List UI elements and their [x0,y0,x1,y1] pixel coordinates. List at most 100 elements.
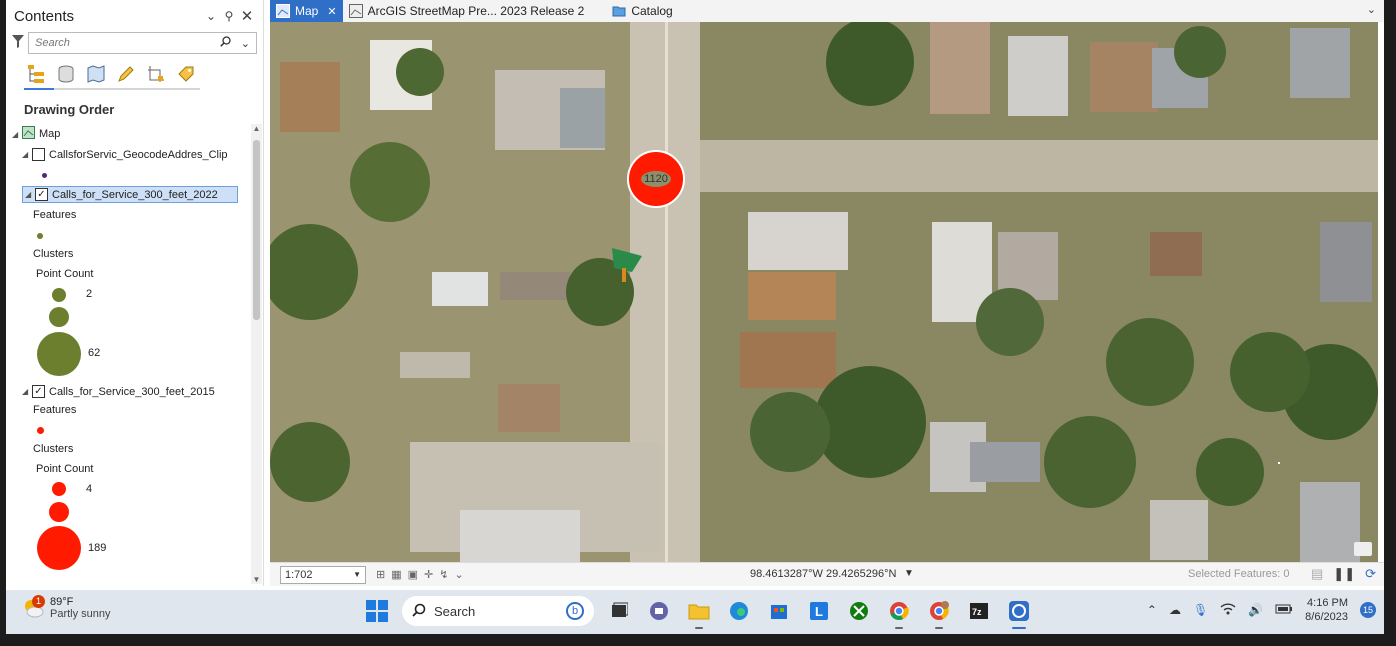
close-icon[interactable]: ✕ [327,5,336,18]
chevron-down-icon[interactable]: ⌄ [203,9,219,23]
edge-icon[interactable] [724,596,754,626]
crosshair-icon[interactable]: ✛ [424,568,433,581]
clock-date: 8/6/2023 [1305,611,1348,623]
tab-streetmap[interactable]: ArcGIS StreetMap Pre... 2023 Release 2 [343,0,591,22]
store-icon[interactable] [764,596,794,626]
search-icon [412,603,426,620]
weather-badge: 1 [32,595,45,608]
arcgis-pro-icon[interactable] [1004,596,1034,629]
contents-pane: Contents ⌄ ⚲ ✕ Search ⌄ Drawing Order ◢ … [6,0,264,586]
cluster-count-label: 1120 [641,171,671,187]
clusters-label: Clusters [33,443,74,455]
pin-icon[interactable]: ⚲ [221,9,237,23]
cluster-symbol-medium [49,502,69,522]
features-label: Features [33,209,77,221]
svg-text:L: L [815,604,823,619]
arcgis-window: Contents ⌄ ⚲ ✕ Search ⌄ Drawing Order ◢ … [6,0,1384,634]
snapping-icon[interactable] [146,64,166,84]
tab-map[interactable]: Map ✕ [270,0,343,22]
collapse-triangle-icon[interactable]: ◢ [12,130,22,139]
weather-temp: 89°F [50,596,74,608]
cluster-symbol-small [52,288,66,302]
grid-icon[interactable]: ▦ [391,568,401,581]
table-icon[interactable]: ▤ [1311,566,1323,582]
file-explorer-icon[interactable] [684,596,714,629]
cluster-symbol-small [52,482,66,496]
collapse-triangle-icon[interactable]: ◢ [22,150,32,159]
chrome-icon[interactable] [884,596,914,629]
tab-catalog[interactable]: Catalog [606,0,678,22]
zoom-extent-icon[interactable]: ⊞ [376,568,385,581]
drawing-order-icon[interactable] [26,64,46,84]
close-icon[interactable]: ✕ [239,7,255,25]
full-extent-icon[interactable]: ▣ [408,568,418,581]
map-label: Map [39,128,61,140]
pause-icon[interactable]: ❚❚ [1333,566,1355,582]
layer-row[interactable]: ◢ ✓ Calls_for_Service_300_feet_2022 [22,186,238,203]
volume-icon[interactable]: 🔊 [1248,603,1263,617]
notification-badge[interactable]: 15 [1360,602,1376,618]
contents-header: Contents ⌄ ⚲ ✕ [6,0,263,32]
collapse-triangle-icon[interactable]: ◢ [25,190,35,199]
partly-sunny-icon: 1 [22,595,45,619]
bing-icon[interactable]: b [566,602,584,620]
layer-visibility-checkbox[interactable]: ✓ [32,385,45,398]
scale-select[interactable]: 1:702 ▼ [280,565,366,584]
taskbar-search[interactable]: Search b [402,596,594,626]
point-count-label: Point Count [36,268,94,280]
chevron-down-icon[interactable]: ⌄ [1367,3,1376,16]
map-view[interactable]: 1120 [270,22,1378,562]
statusbar-right-tools: ▤ ❚❚ ⟳ [1311,566,1376,582]
layer-visibility-checkbox[interactable]: ✓ [35,188,48,201]
filter-icon[interactable] [12,35,28,51]
search-icon[interactable] [220,36,231,50]
windows-start-icon[interactable] [362,596,392,626]
collapse-triangle-icon[interactable]: ◢ [22,387,32,396]
contents-search-input[interactable]: Search ⌄ [28,32,257,54]
7zip-icon[interactable]: 7z [964,596,994,626]
tab-label: Catalog [631,4,673,18]
tree-row-map[interactable]: ◢ Map [12,126,60,142]
chevron-down-icon[interactable]: ▼ [904,568,914,579]
scroll-down-icon[interactable]: ▼ [251,575,262,584]
count-max-label: 62 [88,347,101,359]
clock[interactable]: 4:16 PM 8/6/2023 [1305,596,1348,624]
point-symbol [37,233,43,239]
map-icon [348,4,363,18]
xbox-icon[interactable] [844,596,874,626]
chevron-down-icon[interactable]: ⌄ [241,37,250,50]
contents-scrollbar[interactable]: ▲ ▼ [251,124,262,584]
refresh-icon[interactable]: ⟳ [1365,566,1376,582]
tab-label: ArcGIS StreetMap Pre... 2023 Release 2 [367,4,585,18]
scroll-up-icon[interactable]: ▲ [251,124,262,133]
battery-icon[interactable] [1275,603,1293,618]
chevron-up-icon[interactable]: ⌃ [1147,603,1157,617]
chrome-profile-icon[interactable] [924,596,954,629]
layer-row[interactable]: ◢ ✓ Calls_for_Service_300_feet_2015 [22,385,215,398]
contents-search-row: Search ⌄ [6,32,263,54]
count-min-label: 2 [86,288,93,300]
map-source-icon[interactable] [86,64,106,84]
clusters-label: Clusters [33,248,74,260]
wifi-icon[interactable] [1220,602,1236,618]
label-icon[interactable] [176,64,196,84]
task-view-icon[interactable] [604,596,634,626]
database-icon[interactable] [56,64,76,84]
scroll-thumb[interactable] [253,140,260,320]
selected-features-count[interactable]: Selected Features: 0 [1188,568,1290,580]
chat-icon[interactable] [1354,542,1372,556]
lync-icon[interactable]: L [804,596,834,626]
navigate-icon[interactable]: ↯ [439,568,448,581]
layer-visibility-checkbox[interactable] [32,148,45,161]
weather-widget[interactable]: 1 89°F Partly sunny [22,595,111,620]
count-max-label: 189 [88,542,107,554]
layer-row[interactable]: ◢ CallsforServic_GeocodeAddres_Clip [22,148,228,161]
chevron-down-icon[interactable]: ⌄ [454,568,463,581]
pencil-icon[interactable] [116,64,136,84]
map-cluster[interactable]: 1120 [627,150,685,208]
microphone-icon[interactable]: 🎙 [1193,603,1208,617]
onedrive-icon[interactable]: ☁ [1169,603,1181,617]
teams-icon[interactable] [644,596,674,626]
map-statusbar: 1:702 ▼ ⊞ ▦ ▣ ✛ ↯ ⌄ 98.4613287°W 29.4265… [270,562,1384,586]
folder-icon [612,4,626,18]
